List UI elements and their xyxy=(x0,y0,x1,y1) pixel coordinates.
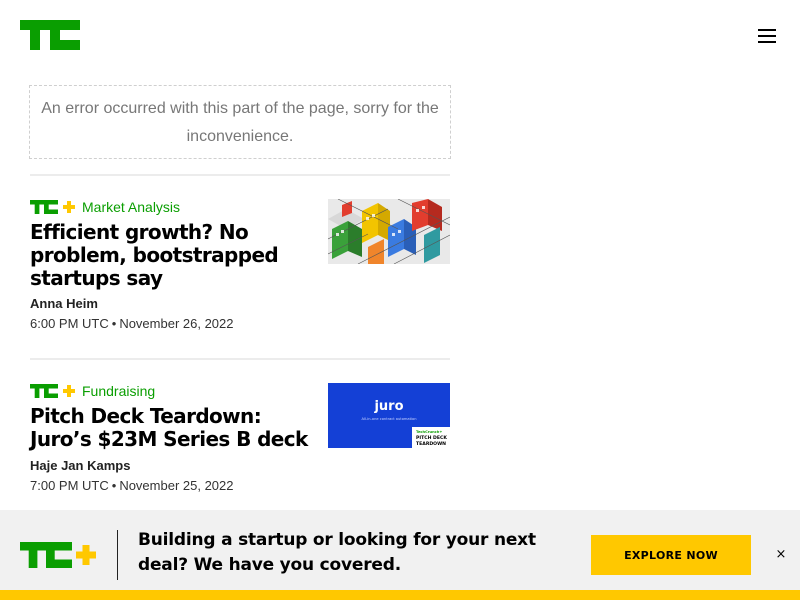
tc-plus-icon xyxy=(30,384,75,398)
badge-line-2: TEARDOWN xyxy=(416,441,446,447)
hamburger-menu-icon[interactable] xyxy=(756,27,780,45)
site-header xyxy=(0,0,800,70)
tc-plus-logo-icon xyxy=(20,542,96,568)
explore-now-button[interactable]: EXPLORE NOW xyxy=(591,535,751,575)
meta-separator: • xyxy=(111,316,117,331)
author-link[interactable]: Anna Heim xyxy=(30,296,98,311)
isometric-city-illustration xyxy=(328,199,450,264)
article-meta: 7:00 PM UTC • November 25, 2022 xyxy=(30,478,234,493)
article-meta: 6:00 PM UTC • November 26, 2022 xyxy=(30,316,234,331)
close-icon[interactable]: × xyxy=(774,546,788,564)
tc-plus-logo xyxy=(20,542,96,573)
publish-time: 6:00 PM UTC xyxy=(30,316,109,331)
badge-top: TechCrunch+ xyxy=(416,430,442,434)
article-card: Fundraising Pitch Deck Teardown: Juro’s … xyxy=(30,383,450,503)
banner-accent-strip xyxy=(0,590,800,600)
article-thumbnail[interactable]: juro All-in-one contract automation Tech… xyxy=(328,383,450,448)
category-row: Market Analysis xyxy=(30,199,180,215)
tc-plus-icon xyxy=(30,200,75,214)
publish-date: November 25, 2022 xyxy=(119,478,234,493)
techcrunch-logo[interactable] xyxy=(20,20,80,55)
category-link[interactable]: Market Analysis xyxy=(82,199,180,215)
article-thumbnail[interactable] xyxy=(328,199,450,264)
meta-separator: • xyxy=(111,478,117,493)
publish-date: November 26, 2022 xyxy=(119,316,234,331)
badge-line-1: PITCH DECK xyxy=(416,435,447,441)
category-link[interactable]: Fundraising xyxy=(82,383,155,399)
juro-brand-text: juro xyxy=(373,399,403,414)
juro-tagline: All-in-one contract automation xyxy=(362,417,417,421)
article-title[interactable]: Efficient growth? No problem, bootstrapp… xyxy=(30,221,315,290)
tc-logo-icon xyxy=(20,20,80,50)
category-row: Fundraising xyxy=(30,383,155,399)
article-title[interactable]: Pitch Deck Teardown: Juro’s $23M Series … xyxy=(30,405,315,451)
article-card: Market Analysis Efficient growth? No pro… xyxy=(30,199,450,339)
author-link[interactable]: Haje Jan Kamps xyxy=(30,458,130,473)
error-message: An error occurred with this part of the … xyxy=(29,85,451,159)
promo-banner: Building a startup or looking for your n… xyxy=(0,510,800,600)
juro-pitch-deck-thumbnail: juro All-in-one contract automation Tech… xyxy=(328,383,450,448)
divider xyxy=(30,174,450,176)
banner-divider xyxy=(117,530,118,580)
banner-message: Building a startup or looking for your n… xyxy=(138,530,536,575)
divider xyxy=(30,358,450,360)
publish-time: 7:00 PM UTC xyxy=(30,478,109,493)
